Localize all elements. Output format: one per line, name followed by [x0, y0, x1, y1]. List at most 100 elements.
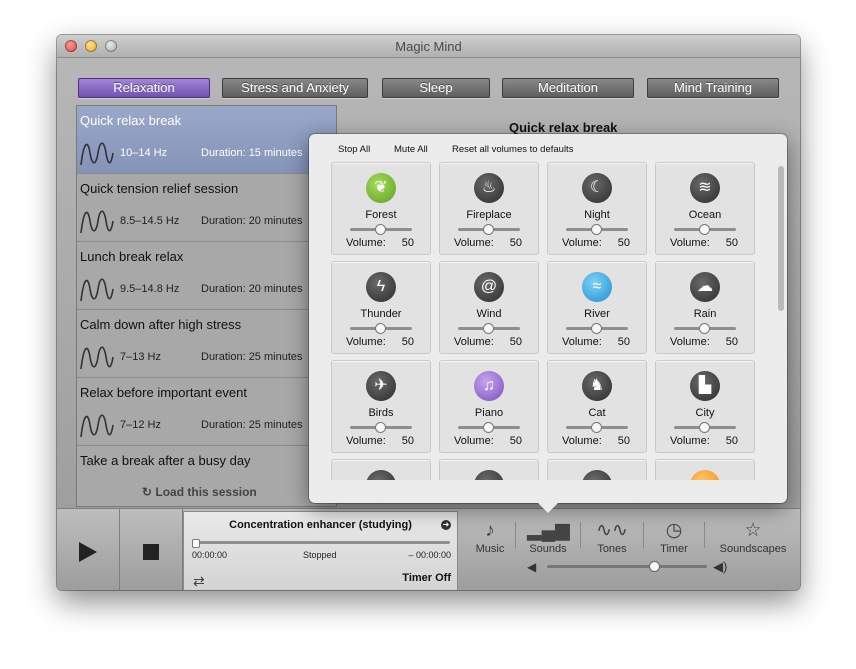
- volume-knob[interactable]: [699, 422, 710, 433]
- category-music[interactable]: ♪ Music: [473, 519, 507, 555]
- volume-knob[interactable]: [375, 224, 386, 235]
- repeat-icon[interactable]: ⇄: [193, 573, 205, 590]
- sound-tile-cat[interactable]: ♞ Cat Volume: 50: [547, 360, 647, 453]
- session-frequency: 9.5–14.8 Hz: [120, 283, 180, 295]
- sound-tile-city[interactable]: ▙ City Volume: 50: [655, 360, 755, 453]
- sound-tile-rain[interactable]: ☁ Rain Volume: 50: [655, 261, 755, 354]
- tab-sleep[interactable]: Sleep: [382, 78, 490, 98]
- volume-knob[interactable]: [649, 561, 660, 572]
- category-soundscapes[interactable]: ☆ Soundscapes: [715, 519, 791, 555]
- volume-knob[interactable]: [591, 422, 602, 433]
- session-duration: Duration: 25 minutes: [201, 351, 303, 363]
- sound-tile[interactable]: [547, 459, 647, 480]
- lightning-icon: ϟ: [366, 272, 396, 302]
- remaining-time: – 00:00:00: [408, 550, 451, 560]
- category-sounds[interactable]: ▂▄▆ Sounds: [527, 519, 570, 555]
- stop-button[interactable]: [120, 509, 183, 590]
- sound-tile-piano[interactable]: ♫ Piano Volume: 50: [439, 360, 539, 453]
- separator: [580, 522, 581, 548]
- volume-knob[interactable]: [375, 422, 386, 433]
- waves-icon: ≋: [690, 173, 720, 203]
- session-item[interactable]: Quick tension relief session 8.5–14.5 Hz…: [77, 174, 336, 242]
- wave-icon: ∿∿: [596, 520, 628, 541]
- sound-tile-wind[interactable]: @ Wind Volume: 50: [439, 261, 539, 354]
- elapsed-time: 00:00:00: [192, 550, 228, 560]
- volume-knob[interactable]: [483, 224, 494, 235]
- now-playing-title: Concentration enhancer (studying): [229, 519, 412, 531]
- session-name: Take a break after a busy day: [80, 453, 251, 468]
- sound-icon: [582, 470, 612, 480]
- piano-icon: ♫: [474, 371, 504, 401]
- wind-icon: @: [474, 272, 504, 302]
- session-item[interactable]: Calm down after high stress 7–13 Hz Dura…: [77, 310, 336, 378]
- volume-knob[interactable]: [483, 323, 494, 334]
- volume-knob[interactable]: [591, 224, 602, 235]
- sound-tile-river[interactable]: ≈ River Volume: 50: [547, 261, 647, 354]
- session-duration: Duration: 20 minutes: [201, 215, 303, 227]
- volume-knob[interactable]: [483, 422, 494, 433]
- bird-icon: ✈: [366, 371, 396, 401]
- fire-icon: ♨: [474, 173, 504, 203]
- sound-tile[interactable]: [439, 459, 539, 480]
- play-button[interactable]: [57, 509, 120, 590]
- session-frequency: 8.5–14.5 Hz: [120, 215, 180, 227]
- play-icon: [79, 542, 97, 562]
- tab-meditation[interactable]: Meditation: [502, 78, 634, 98]
- timer-status: Timer Off: [402, 572, 451, 584]
- session-item[interactable]: Quick relax break 10–14 Hz Duration: 15 …: [77, 106, 336, 174]
- stop-icon: [143, 544, 159, 560]
- sound-tile-ocean[interactable]: ≋ Ocean Volume: 50: [655, 162, 755, 255]
- river-icon: ≈: [582, 272, 612, 302]
- session-duration: Duration: 15 minutes: [201, 147, 303, 159]
- titlebar: Magic Mind: [57, 35, 800, 58]
- sound-tile[interactable]: [655, 459, 755, 480]
- progress-knob[interactable]: [192, 539, 200, 548]
- category-tones[interactable]: ∿∿ Tones: [592, 519, 632, 555]
- session-name: Calm down after high stress: [80, 317, 242, 332]
- tab-mind-training[interactable]: Mind Training: [647, 78, 779, 98]
- sound-tile-fireplace[interactable]: ♨ Fireplace Volume: 50: [439, 162, 539, 255]
- session-frequency: 7–12 Hz: [120, 419, 161, 431]
- leaf-icon: ❦: [366, 173, 396, 203]
- sound-tile-night[interactable]: ☾ Night Volume: 50: [547, 162, 647, 255]
- load-session-button[interactable]: ↻ Load this session: [142, 485, 257, 499]
- equalizer-icon: ▂▄▆: [527, 520, 570, 541]
- speaker-low-icon: ◀: [527, 560, 537, 574]
- wave-icon: [80, 346, 114, 370]
- sound-tile[interactable]: [331, 459, 431, 480]
- session-name: Lunch break relax: [80, 249, 184, 264]
- session-duration: Duration: 20 minutes: [201, 283, 303, 295]
- reset-volumes-button[interactable]: Reset all volumes to defaults: [452, 144, 573, 155]
- sound-grid: ❦ Forest Volume: 50 ♨ Fireplace Volume: 50…: [331, 162, 761, 480]
- city-icon: ▙: [690, 371, 720, 401]
- now-playing-panel: Concentration enhancer (studying) ➜ 00:0…: [183, 511, 458, 590]
- mute-all-button[interactable]: Mute All: [394, 144, 428, 155]
- wave-icon: [80, 142, 114, 166]
- volume-slider[interactable]: [547, 565, 707, 568]
- sound-tile-birds[interactable]: ✈ Birds Volume: 50: [331, 360, 431, 453]
- go-arrow-icon[interactable]: ➜: [441, 520, 451, 530]
- sound-tile-thunder[interactable]: ϟ Thunder Volume: 50: [331, 261, 431, 354]
- rain-cloud-icon: ☁: [690, 272, 720, 302]
- volume-knob[interactable]: [699, 323, 710, 334]
- session-detail-title: Quick relax break: [509, 120, 618, 135]
- volume-knob[interactable]: [591, 323, 602, 334]
- session-name: Relax before important event: [80, 385, 247, 400]
- reload-icon: ↻: [142, 485, 156, 499]
- session-frequency: 10–14 Hz: [120, 147, 168, 159]
- volume-knob[interactable]: [375, 323, 386, 334]
- wave-icon: [80, 278, 114, 302]
- tab-stress-and-anxiety[interactable]: Stress and Anxiety: [222, 78, 368, 98]
- player-bar: Concentration enhancer (studying) ➜ 00:0…: [57, 508, 800, 590]
- category-timer[interactable]: ◷ Timer: [655, 519, 693, 555]
- wave-icon: [80, 210, 114, 234]
- session-item[interactable]: Lunch break relax 9.5–14.8 Hz Duration: …: [77, 242, 336, 310]
- volume-knob[interactable]: [699, 224, 710, 235]
- tab-relaxation[interactable]: Relaxation: [78, 78, 210, 98]
- sound-icon: [474, 470, 504, 480]
- sound-tile-forest[interactable]: ❦ Forest Volume: 50: [331, 162, 431, 255]
- progress-track[interactable]: [192, 541, 450, 544]
- stop-all-button[interactable]: Stop All: [338, 144, 370, 155]
- session-item[interactable]: Relax before important event 7–12 Hz Dur…: [77, 378, 336, 446]
- popover-scrollbar[interactable]: [778, 166, 784, 311]
